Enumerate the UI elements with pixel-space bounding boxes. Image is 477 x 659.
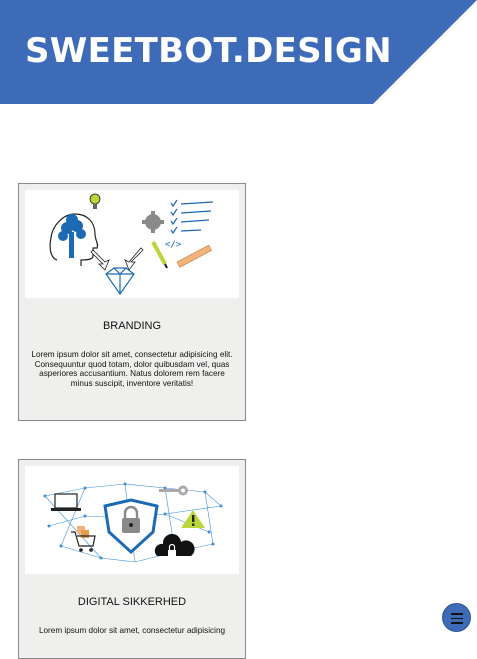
- branding-card[interactable]: </> BRANDING Lorem ipsum dolor sit amet,…: [18, 183, 246, 421]
- card-text: Lorem ipsum dolor sit amet, consectetur …: [38, 626, 226, 635]
- key-icon: [159, 485, 188, 496]
- checklist-icon: [170, 199, 214, 235]
- site-header: SWEETBOT.DESIGN: [0, 0, 477, 104]
- gear-icon: [142, 211, 164, 233]
- arrow-right-down-icon: [90, 249, 110, 271]
- laptop-icon: [51, 493, 81, 511]
- diamond-icon: [105, 267, 135, 296]
- card-title: BRANDING: [102, 320, 162, 332]
- shopping-cart-icon: [71, 526, 96, 552]
- security-card[interactable]: DIGITAL SIKKERHED Lorem ipsum dolor sit …: [18, 459, 246, 659]
- cloud-lock-icon: [154, 533, 195, 557]
- arrow-left-down-icon: [124, 247, 144, 271]
- menu-button[interactable]: [442, 603, 471, 632]
- site-title[interactable]: SWEETBOT.DESIGN: [25, 31, 392, 71]
- shield-lock-icon: [103, 498, 159, 555]
- light-bulb-icon: [89, 193, 101, 205]
- hamburger-menu-icon: [451, 617, 463, 620]
- card-text: Lorem ipsum dolor sit amet, consectetur …: [31, 350, 233, 388]
- security-network-illustration: [25, 466, 239, 574]
- code-icon: </>: [165, 240, 182, 250]
- hamburger-menu-icon: [451, 622, 463, 624]
- warning-icon: [181, 510, 205, 528]
- card-title: DIGITAL SIKKERHED: [77, 596, 187, 608]
- ruler-icon: [176, 244, 213, 268]
- hamburger-menu-icon: [451, 613, 463, 615]
- branding-illustration: </>: [25, 190, 239, 298]
